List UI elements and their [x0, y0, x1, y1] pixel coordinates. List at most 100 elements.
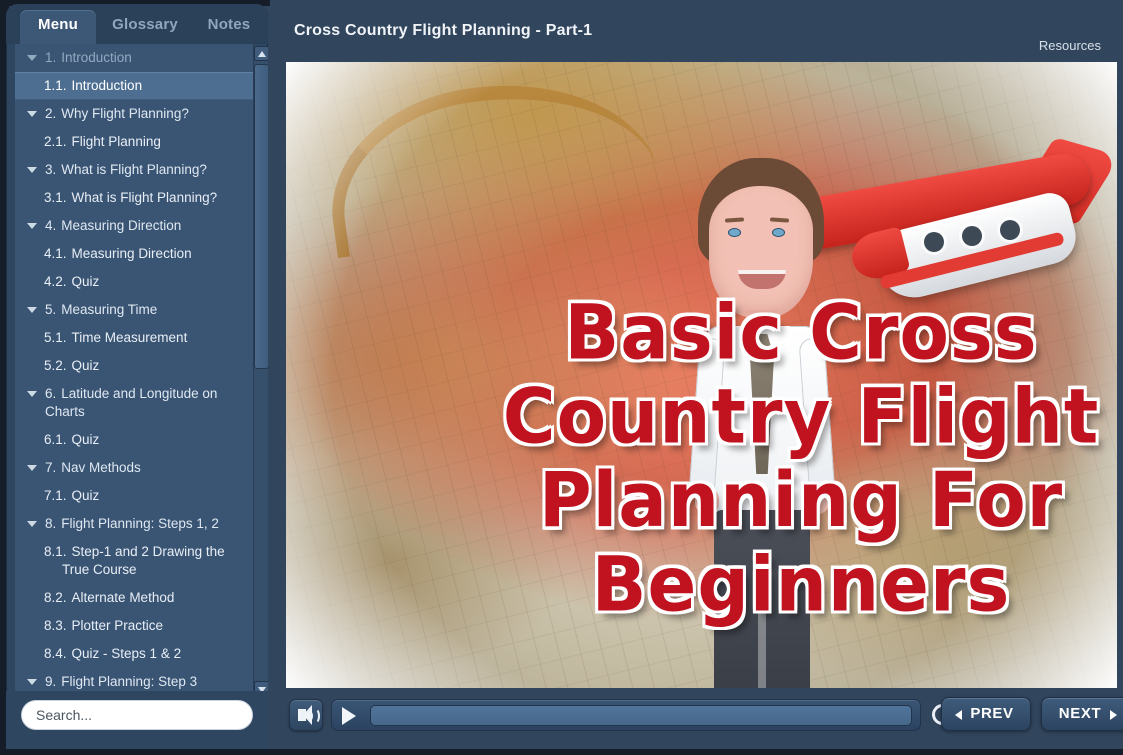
- sidebar: Menu Glossary Notes 1. Introduction 1.1. In…: [6, 4, 268, 749]
- slide-art-title-line: Basic Cross: [564, 287, 1038, 377]
- menu-item-number: 7.: [45, 460, 57, 475]
- menu-item-number: 9.: [45, 674, 57, 689]
- tab-notes[interactable]: Notes: [196, 10, 262, 44]
- tab-glossary[interactable]: Glossary: [98, 10, 192, 44]
- menu-topic[interactable]: 3. What is Flight Planning?: [15, 156, 253, 184]
- menu-item-number: 1.1.: [44, 78, 67, 93]
- progress-slider[interactable]: [370, 705, 912, 726]
- menu-item-number: 6.1.: [44, 432, 67, 447]
- course-player: Menu Glossary Notes 1. Introduction 1.1. In…: [0, 0, 1123, 755]
- menu-item-label: Quiz: [71, 358, 100, 373]
- menu-item-label: Measuring Direction: [71, 246, 192, 261]
- play-button[interactable]: [342, 707, 356, 725]
- menu-item-label: Quiz: [71, 488, 100, 503]
- menu-item[interactable]: 5.1. Time Measurement: [15, 324, 253, 352]
- playbar: [331, 699, 921, 731]
- slide-stage[interactable]: Basic Cross Country Flight Planning For Beg…: [286, 62, 1117, 688]
- menu-item-label: Measuring Direction: [61, 218, 182, 233]
- menu-item-label: Time Measurement: [71, 330, 188, 345]
- menu-item-label: Step-1 and 2 Drawing the True Course: [62, 544, 225, 577]
- menu-item-number: 5.1.: [44, 330, 67, 345]
- window-frame-bottom: [0, 749, 1123, 755]
- speaker-wave-icon: [310, 708, 320, 724]
- volume-button[interactable]: [289, 699, 323, 731]
- character-eye: [728, 228, 741, 237]
- menu-item-label: Flight Planning: Steps 1, 2: [61, 516, 219, 531]
- caret-down-icon[interactable]: [27, 55, 37, 61]
- menu-scrollbar[interactable]: [253, 46, 268, 696]
- menu-item[interactable]: 4.2. Quiz: [15, 268, 253, 296]
- chevron-right-icon: [1110, 710, 1117, 720]
- menu-item[interactable]: 3.1. What is Flight Planning?: [15, 184, 253, 212]
- menu-item-number: 4.1.: [44, 246, 67, 261]
- caret-down-icon[interactable]: [27, 223, 37, 229]
- slide-art-title: Basic Cross Country Flight Planning For Beg…: [496, 290, 1106, 626]
- caret-down-icon[interactable]: [27, 521, 37, 527]
- menu-item[interactable]: 8.4. Quiz - Steps 1 & 2: [15, 640, 253, 668]
- caret-down-icon[interactable]: [27, 167, 37, 173]
- menu-topic[interactable]: 4. Measuring Direction: [15, 212, 253, 240]
- scroll-up-button[interactable]: [254, 46, 268, 61]
- playback-controls: PREV NEXT: [268, 688, 1123, 749]
- caret-down-icon[interactable]: [27, 679, 37, 685]
- caret-down-icon[interactable]: [27, 111, 37, 117]
- caret-down-icon[interactable]: [27, 391, 37, 397]
- menu-item[interactable]: 8.2. Alternate Method: [15, 584, 253, 612]
- menu-item-number: 2.: [45, 106, 57, 121]
- menu-item-label: Quiz: [71, 274, 100, 289]
- menu-topic[interactable]: 7. Nav Methods: [15, 454, 253, 482]
- menu-item[interactable]: 7.1. Quiz: [15, 482, 253, 510]
- prev-button-label: PREV: [970, 705, 1014, 722]
- menu-scroll-area[interactable]: 1. Introduction 1.1. Introduction 2. Why Flig…: [15, 44, 253, 696]
- menu-topic[interactable]: 6. Latitude and Longitude on Charts: [15, 380, 253, 426]
- menu-item[interactable]: 4.1. Measuring Direction: [15, 240, 253, 268]
- menu-item-label: Quiz - Steps 1 & 2: [71, 646, 182, 661]
- menu-topic[interactable]: 5. Measuring Time: [15, 296, 253, 324]
- next-button[interactable]: NEXT: [1041, 697, 1123, 731]
- menu-item-number: 3.: [45, 162, 57, 177]
- menu-topic[interactable]: 2. Why Flight Planning?: [15, 100, 253, 128]
- menu-item-label: Nav Methods: [61, 460, 141, 475]
- menu-item-number: 8.4.: [44, 646, 67, 661]
- menu-item[interactable]: 5.2. Quiz: [15, 352, 253, 380]
- resources-link[interactable]: Resources: [1039, 38, 1101, 53]
- menu-item-label: Plotter Practice: [71, 618, 164, 633]
- menu-item-label: What is Flight Planning?: [71, 190, 218, 205]
- menu-item-current[interactable]: 1.1. Introduction: [15, 72, 253, 100]
- menu-item-number: 4.2.: [44, 274, 67, 289]
- menu-topic[interactable]: 1. Introduction: [15, 44, 253, 72]
- airplane-window: [962, 226, 982, 246]
- caret-down-icon[interactable]: [27, 465, 37, 471]
- menu-item-label: Introduction: [71, 78, 143, 93]
- caret-down-icon[interactable]: [27, 307, 37, 313]
- scrollbar-thumb[interactable]: [254, 64, 268, 369]
- menu-item-number: 2.1.: [44, 134, 67, 149]
- chevron-up-icon: [258, 51, 266, 57]
- menu-item-label: Introduction: [61, 50, 132, 65]
- menu-item-number: 4.: [45, 218, 57, 233]
- slide-art-title-line: Planning For: [538, 455, 1064, 545]
- menu-item-number: 8.: [45, 516, 57, 531]
- header: Cross Country Flight Planning - Part-1 R…: [268, 0, 1123, 62]
- menu-item-number: 5.2.: [44, 358, 67, 373]
- menu-item-label: Latitude and Longitude on Charts: [45, 386, 218, 419]
- menu-item-label: Alternate Method: [71, 590, 175, 605]
- menu-item[interactable]: 8.3. Plotter Practice: [15, 612, 253, 640]
- search-bar: [6, 691, 268, 749]
- menu-item[interactable]: 2.1. Flight Planning: [15, 128, 253, 156]
- search-input[interactable]: [21, 700, 253, 730]
- menu-topic[interactable]: 8. Flight Planning: Steps 1, 2: [15, 510, 253, 538]
- chevron-left-icon: [955, 710, 962, 720]
- slide-art-title-line: Country Flight: [502, 371, 1100, 461]
- tab-menu[interactable]: Menu: [20, 10, 96, 44]
- menu-item[interactable]: 6.1. Quiz: [15, 426, 253, 454]
- next-button-label: NEXT: [1058, 705, 1102, 722]
- speaker-icon: [298, 705, 312, 725]
- character-eye: [772, 228, 785, 237]
- airplane-window: [1000, 220, 1020, 240]
- menu-item[interactable]: 8.1. Step-1 and 2 Drawing the True Course: [15, 538, 253, 584]
- menu-item-number: 8.2.: [44, 590, 67, 605]
- menu-item-number: 8.1.: [44, 544, 67, 559]
- prev-button[interactable]: PREV: [941, 697, 1031, 731]
- menu-item-label: Why Flight Planning?: [61, 106, 189, 121]
